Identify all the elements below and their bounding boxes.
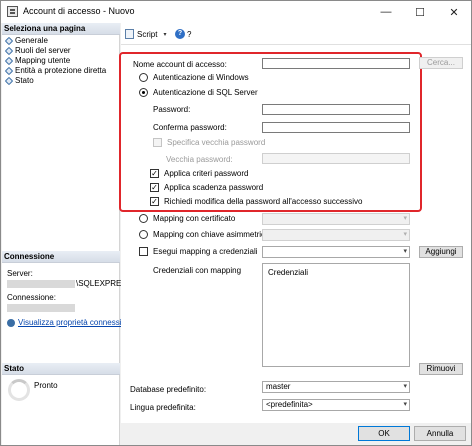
certificate-dropdown[interactable]: ▾ [262, 213, 410, 225]
mapped-cert-label: Mapping con certificato [153, 214, 236, 223]
old-password-label: Vecchia password: [166, 155, 233, 164]
default-database-dropdown[interactable]: master ▾ [262, 381, 410, 393]
enforce-expiration-label: Applica scadenza password [164, 183, 264, 192]
left-pane: Seleziona una pagina Generale Ruoli del … [2, 23, 135, 445]
title-bar: Account di accesso - Nuovo — ☐ ✕ [1, 1, 471, 23]
connection-label: Connessione: [7, 293, 56, 302]
enforce-expiration-checkbox[interactable]: ✓ [150, 183, 159, 192]
wrench-icon [4, 66, 14, 76]
dialog-icon [7, 6, 18, 17]
mapped-credentials-label: Credenziali con mapping [153, 266, 242, 275]
page-item-status[interactable]: Stato [4, 76, 34, 86]
login-name-input[interactable] [262, 58, 410, 69]
chevron-down-icon: ▾ [403, 231, 407, 238]
redacted-server-name [7, 279, 75, 288]
page-item-label: Entità a protezione diretta [15, 66, 107, 75]
server-value: \SQLEXPRE [7, 279, 121, 288]
enforce-policy-label: Applica criteri password [164, 169, 249, 178]
close-button[interactable]: ✕ [437, 1, 471, 23]
windows-auth-radio[interactable] [139, 73, 148, 82]
wrench-icon [4, 46, 14, 56]
script-icon [125, 29, 134, 39]
page-item-general[interactable]: Generale [4, 36, 48, 46]
mapped-asym-key-radio[interactable] [139, 230, 148, 239]
windows-auth-label: Autenticazione di Windows [153, 73, 249, 82]
page-item-user-mapping[interactable]: Mapping utente [4, 56, 71, 66]
chevron-down-icon: ▾ [163, 31, 167, 38]
credential-dropdown[interactable]: ▾ [262, 246, 410, 258]
script-button[interactable]: Script ▾ [125, 29, 166, 39]
mapped-asym-key-label: Mapping con chiave asimmetrica [153, 230, 270, 239]
maximize-button[interactable]: ☐ [403, 1, 437, 23]
page-item-server-roles[interactable]: Ruoli del server [4, 46, 71, 56]
default-language-value: <predefinita> [266, 400, 313, 409]
add-credential-button[interactable]: Aggiungi [419, 246, 463, 258]
chevron-down-icon: ▾ [403, 401, 407, 408]
sql-auth-radio[interactable] [139, 88, 148, 97]
map-credential-checkbox[interactable] [139, 247, 148, 256]
mapped-cert-radio[interactable] [139, 214, 148, 223]
connection-header: Connessione [2, 251, 120, 263]
credentials-column-header: Credenziali [268, 268, 309, 277]
password-label: Password: [153, 105, 191, 114]
login-name-label: Nome account di accesso: [133, 60, 227, 69]
wrench-icon [4, 36, 14, 46]
progress-spinner-icon [8, 379, 30, 401]
window-title: Account di accesso - Nuovo [23, 6, 135, 16]
default-language-dropdown[interactable]: <predefinita> ▾ [262, 399, 410, 411]
page-item-label: Mapping utente [15, 56, 71, 65]
redacted-connection [7, 303, 75, 312]
confirm-password-label: Conferma password: [153, 123, 227, 132]
login-dialog-window: Account di accesso - Nuovo — ☐ ✕ Selezio… [0, 0, 472, 446]
remove-credential-button[interactable]: Rimuovi [419, 363, 463, 375]
password-input[interactable] [262, 104, 410, 115]
view-connection-properties-label: Visualizza proprietà connessione [18, 318, 135, 327]
minimize-button[interactable]: — [369, 1, 403, 23]
page-item-label: Ruoli del server [15, 46, 71, 55]
specify-old-password-label: Specifica vecchia password [167, 138, 266, 147]
status-value: Pronto [34, 381, 58, 390]
confirm-password-input[interactable] [262, 122, 410, 133]
map-credential-label: Esegui mapping a credenziali [153, 247, 258, 256]
wrench-icon [4, 56, 14, 66]
page-item-securables[interactable]: Entità a protezione diretta [4, 66, 107, 76]
default-language-label: Lingua predefinita: [130, 403, 196, 412]
dialog-footer: OK Annulla [121, 423, 471, 445]
search-button[interactable]: Cerca... [419, 57, 463, 69]
server-instance: \SQLEXPRE [76, 279, 122, 288]
specify-old-password-checkbox[interactable] [153, 138, 162, 147]
chevron-down-icon: ▾ [403, 248, 407, 255]
help-label: ? [187, 29, 192, 39]
page-item-label: Stato [15, 76, 34, 85]
chevron-down-icon: ▾ [403, 383, 407, 390]
old-password-input[interactable] [262, 153, 410, 164]
properties-icon [7, 318, 15, 327]
ok-button[interactable]: OK [358, 426, 410, 441]
mapped-credentials-list[interactable]: Credenziali [262, 263, 410, 367]
script-label: Script [137, 29, 158, 39]
default-database-label: Database predefinito: [130, 385, 207, 394]
view-connection-properties-link[interactable]: Visualizza proprietà connessione [7, 318, 135, 327]
page-item-label: Generale [15, 36, 48, 45]
default-database-value: master [266, 382, 291, 391]
cancel-button[interactable]: Annulla [414, 426, 466, 441]
enforce-policy-checkbox[interactable]: ✓ [150, 169, 159, 178]
help-button[interactable]: ? ? [175, 29, 191, 39]
help-icon: ? [175, 29, 185, 39]
sql-auth-label: Autenticazione di SQL Server [153, 88, 258, 97]
must-change-checkbox[interactable]: ✓ [150, 197, 159, 206]
asym-key-dropdown[interactable]: ▾ [262, 229, 410, 241]
connection-value [7, 303, 76, 312]
must-change-label: Richiedi modifica della password all'acc… [164, 197, 363, 206]
select-page-header: Seleziona una pagina [2, 23, 120, 35]
chevron-down-icon: ▾ [403, 215, 407, 222]
server-label: Server: [7, 269, 33, 278]
status-header: Stato [2, 363, 120, 375]
wrench-icon [4, 76, 14, 86]
toolbar: Script ▾ ? ? [121, 23, 471, 45]
